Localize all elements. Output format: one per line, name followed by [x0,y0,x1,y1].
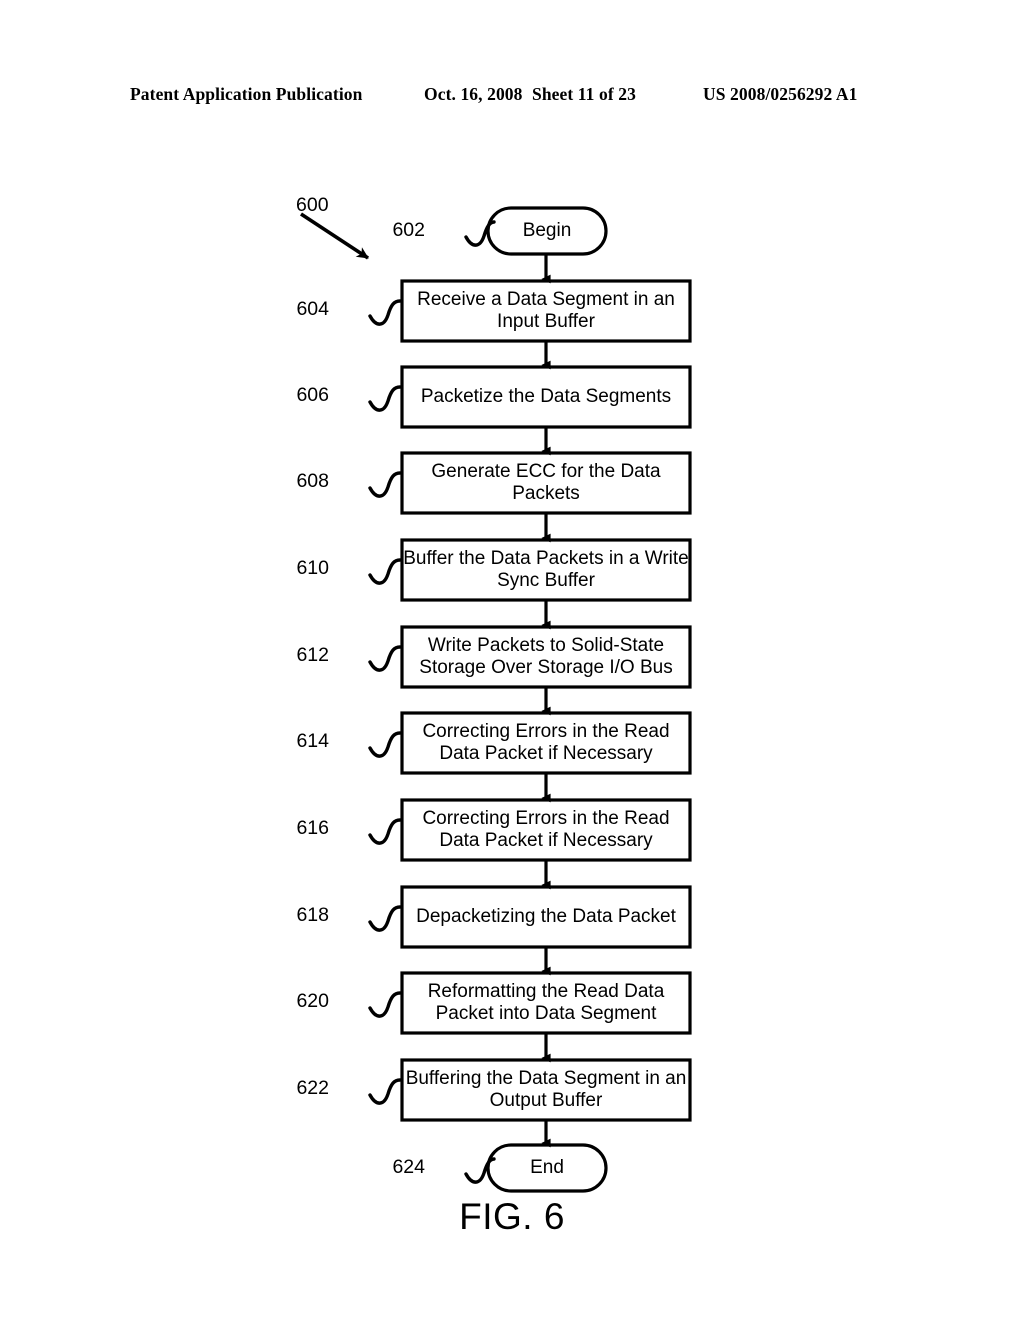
node-shape-602 [486,206,608,256]
leader-line-622 [368,1078,402,1105]
leader-line-608 [368,471,402,498]
leader-line-606 [368,385,402,412]
leader-line-618 [368,905,402,932]
figure-caption: FIG. 6 [459,1196,565,1237]
leader-line-612 [368,645,402,672]
leader-line-620 [368,991,402,1018]
leader-line-616 [368,818,402,845]
flowchart-figure: 600 602 604 606 608 610 612 614 616 618 … [0,0,1024,1320]
leader-line-610 [368,558,402,585]
leader-line-604 [368,299,402,326]
node-shape-612 [400,625,692,689]
node-shape-610 [400,538,692,602]
node-shape-608 [400,451,692,515]
node-shape-606 [400,365,692,429]
node-shape-616 [400,798,692,862]
node-shape-622 [400,1058,692,1122]
diagram-ref-arrow [300,212,369,260]
node-shape-624 [486,1143,608,1193]
flowchart-svg [300,206,692,1193]
node-shape-620 [400,971,692,1035]
node-shape-614 [400,711,692,775]
node-shape-618 [400,885,692,949]
node-shape-604 [400,279,692,343]
leader-line-614 [368,731,402,758]
